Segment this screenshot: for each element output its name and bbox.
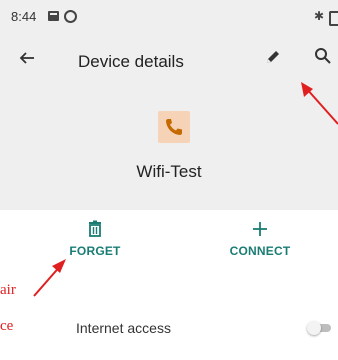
connect-button[interactable]: CONNECT bbox=[210, 220, 310, 270]
forget-label: FORGET bbox=[69, 244, 121, 258]
trash-icon bbox=[89, 220, 101, 237]
edit-pencil-icon[interactable] bbox=[263, 47, 283, 67]
notification-circle-icon bbox=[64, 10, 77, 23]
annotation-text-air: air bbox=[0, 282, 16, 298]
search-icon[interactable] bbox=[313, 46, 333, 66]
bluetooth-icon: ✱ bbox=[314, 9, 325, 23]
internet-access-row[interactable]: Internet access bbox=[0, 308, 338, 348]
action-row: FORGET CONNECT bbox=[0, 210, 338, 276]
device-name: Wifi-Test bbox=[136, 162, 202, 181]
back-arrow-icon[interactable] bbox=[18, 48, 38, 68]
internet-access-label: Internet access bbox=[76, 320, 171, 336]
device-details-screen: 8:44 ✱ Device details Wifi-Test FORGET C… bbox=[0, 0, 338, 360]
header: Device details Wifi-Test bbox=[0, 32, 338, 210]
annotation-text-ce: ce bbox=[0, 318, 14, 334]
status-bar: 8:44 ✱ bbox=[0, 0, 338, 32]
device-phone-icon bbox=[158, 111, 190, 143]
internet-access-toggle[interactable] bbox=[307, 320, 333, 336]
page-title: Device details bbox=[78, 52, 184, 71]
toggle-thumb bbox=[307, 321, 321, 335]
plus-icon bbox=[253, 222, 267, 236]
connect-label: CONNECT bbox=[229, 244, 291, 258]
battery-icon bbox=[329, 11, 338, 26]
notification-image-icon bbox=[48, 11, 59, 21]
status-time: 8:44 bbox=[11, 9, 37, 24]
forget-button[interactable]: FORGET bbox=[45, 220, 145, 270]
